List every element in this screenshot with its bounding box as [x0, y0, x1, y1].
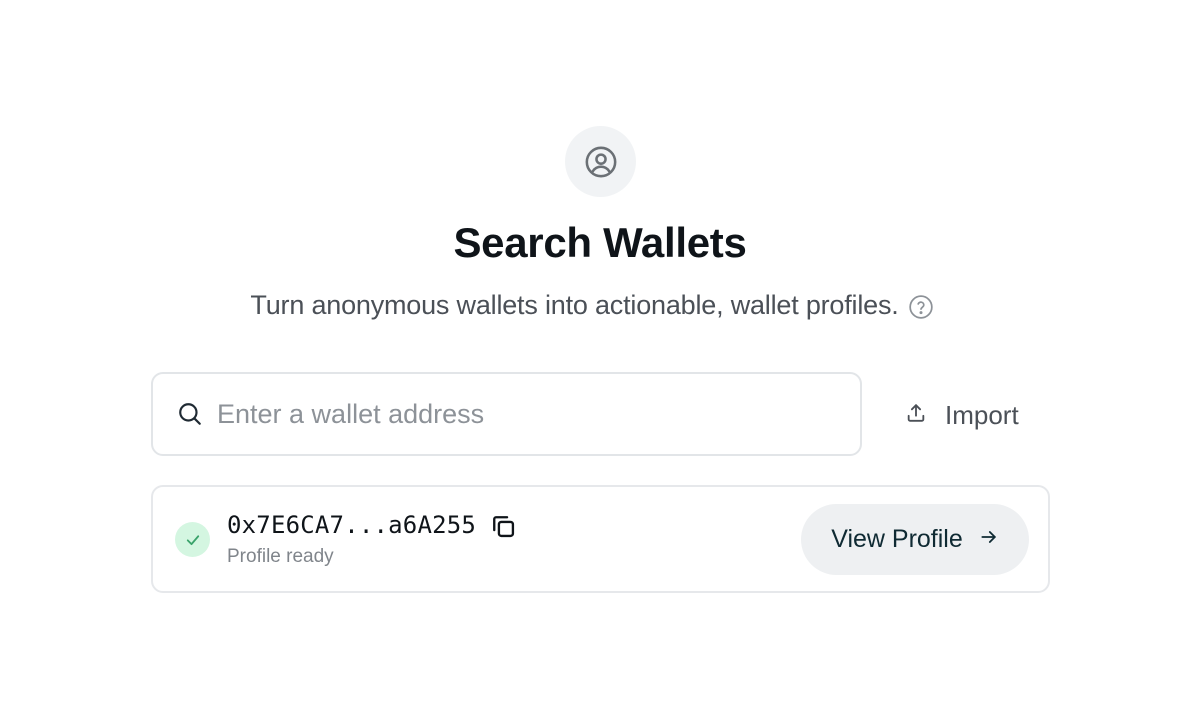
upload-icon	[905, 400, 927, 431]
page-subtitle: Turn anonymous wallets into actionable, …	[250, 290, 899, 320]
profile-status: Profile ready	[227, 546, 334, 567]
import-button[interactable]: Import	[893, 380, 1033, 450]
wallet-result-card: 0x7E6CA7...a6A255 Profile ready View Pro…	[151, 485, 1050, 593]
view-profile-label: View Profile	[831, 525, 963, 553]
wallet-address: 0x7E6CA7...a6A255	[227, 511, 477, 539]
search-icon	[177, 401, 203, 427]
search-box[interactable]	[151, 372, 862, 456]
view-profile-button[interactable]: View Profile	[801, 504, 1029, 575]
search-wallets-page: Search Wallets Turn anonymous wallets in…	[0, 0, 1184, 714]
wallet-address-input[interactable]	[217, 398, 817, 430]
subtitle-row: Turn anonymous wallets into actionable, …	[0, 290, 1184, 321]
check-icon	[175, 522, 210, 557]
user-circle-icon	[565, 126, 636, 197]
import-button-label: Import	[945, 399, 1019, 430]
arrow-right-icon	[979, 525, 999, 554]
page-title: Search Wallets	[453, 219, 747, 266]
question-circle-icon[interactable]	[908, 294, 934, 320]
copy-icon[interactable]	[489, 512, 517, 540]
